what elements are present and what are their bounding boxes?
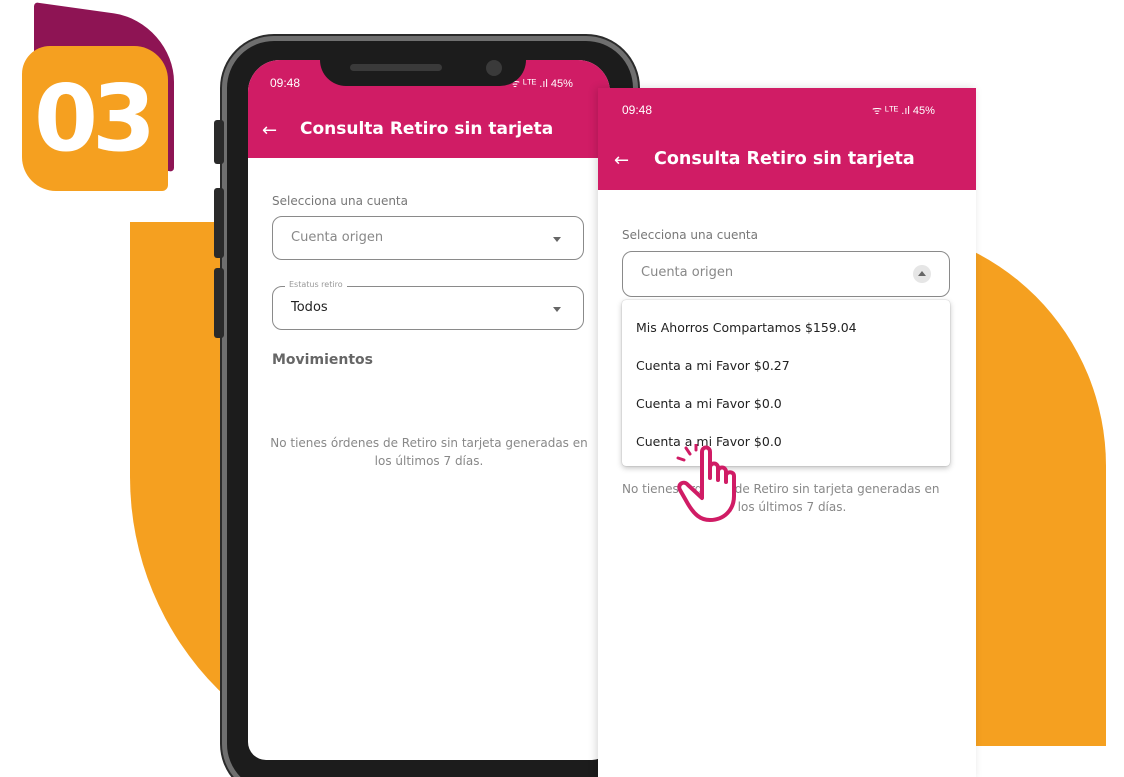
account-label: Selecciona una cuenta (622, 228, 758, 242)
dropdown-option[interactable]: Cuenta a mi Favor $0.0 (636, 396, 782, 411)
app-bar: 09:48 ᯤ ᴸᵀᴱ .ıl 45% ← Consulta Retiro si… (598, 88, 976, 190)
back-phone-screen: 09:48 ᯤ ᴸᵀᴱ .ıl 45% ← Consulta Retiro si… (248, 60, 610, 760)
dropdown-option[interactable]: Mis Ahorros Compartamos $159.04 (636, 320, 857, 335)
arrow-left-icon[interactable]: ← (614, 150, 629, 171)
chevron-up-icon[interactable] (913, 265, 931, 283)
status-filter-value: Todos (291, 300, 328, 315)
phone-side-button (214, 120, 224, 164)
account-select[interactable]: Cuenta origen (622, 251, 950, 297)
section-title-movements: Movimientos (272, 352, 373, 368)
front-screen: 09:48 ᯤ ᴸᵀᴱ .ıl 45% ← Consulta Retiro si… (598, 88, 976, 777)
status-indicators: ᯤ ᴸᵀᴱ .ıl 45% (510, 78, 573, 90)
arrow-left-icon[interactable]: ← (262, 120, 277, 141)
empty-state-message-line1: No tienes órdenes de Retiro sin tarjeta … (622, 482, 940, 496)
account-select-placeholder: Cuenta origen (641, 265, 734, 280)
page-title: Consulta Retiro sin tarjeta (300, 119, 554, 139)
hand-pointer-icon (676, 444, 736, 522)
account-dropdown-menu: Mis Ahorros Compartamos $159.04 Cuenta a… (622, 300, 950, 466)
empty-state-message: No tienes órdenes de Retiro sin tarjeta … (270, 436, 588, 468)
phone-volume-down-button (214, 268, 224, 338)
empty-state-message-line2: los últimos 7 días. (737, 500, 847, 514)
account-select-placeholder: Cuenta origen (291, 230, 384, 245)
dropdown-option[interactable]: Cuenta a mi Favor $0.27 (636, 358, 790, 373)
account-label: Selecciona una cuenta (272, 194, 408, 208)
step-number: 03 (33, 64, 156, 172)
chevron-down-icon (553, 237, 561, 242)
status-filter-select[interactable]: Estatus retiro Todos (272, 280, 584, 330)
phone-speaker (350, 64, 442, 71)
status-time: 09:48 (622, 103, 653, 117)
status-time: 09:48 (270, 76, 301, 90)
chevron-down-icon (553, 307, 561, 312)
phone-volume-up-button (214, 188, 224, 258)
status-indicators: ᯤ ᴸᵀᴱ .ıl 45% (872, 105, 935, 117)
page-title: Consulta Retiro sin tarjeta (654, 149, 915, 169)
status-filter-legend: Estatus retiro (285, 280, 347, 289)
account-select[interactable]: Cuenta origen (272, 216, 584, 260)
phone-camera (486, 60, 502, 76)
step-badge: 03 (22, 46, 168, 191)
